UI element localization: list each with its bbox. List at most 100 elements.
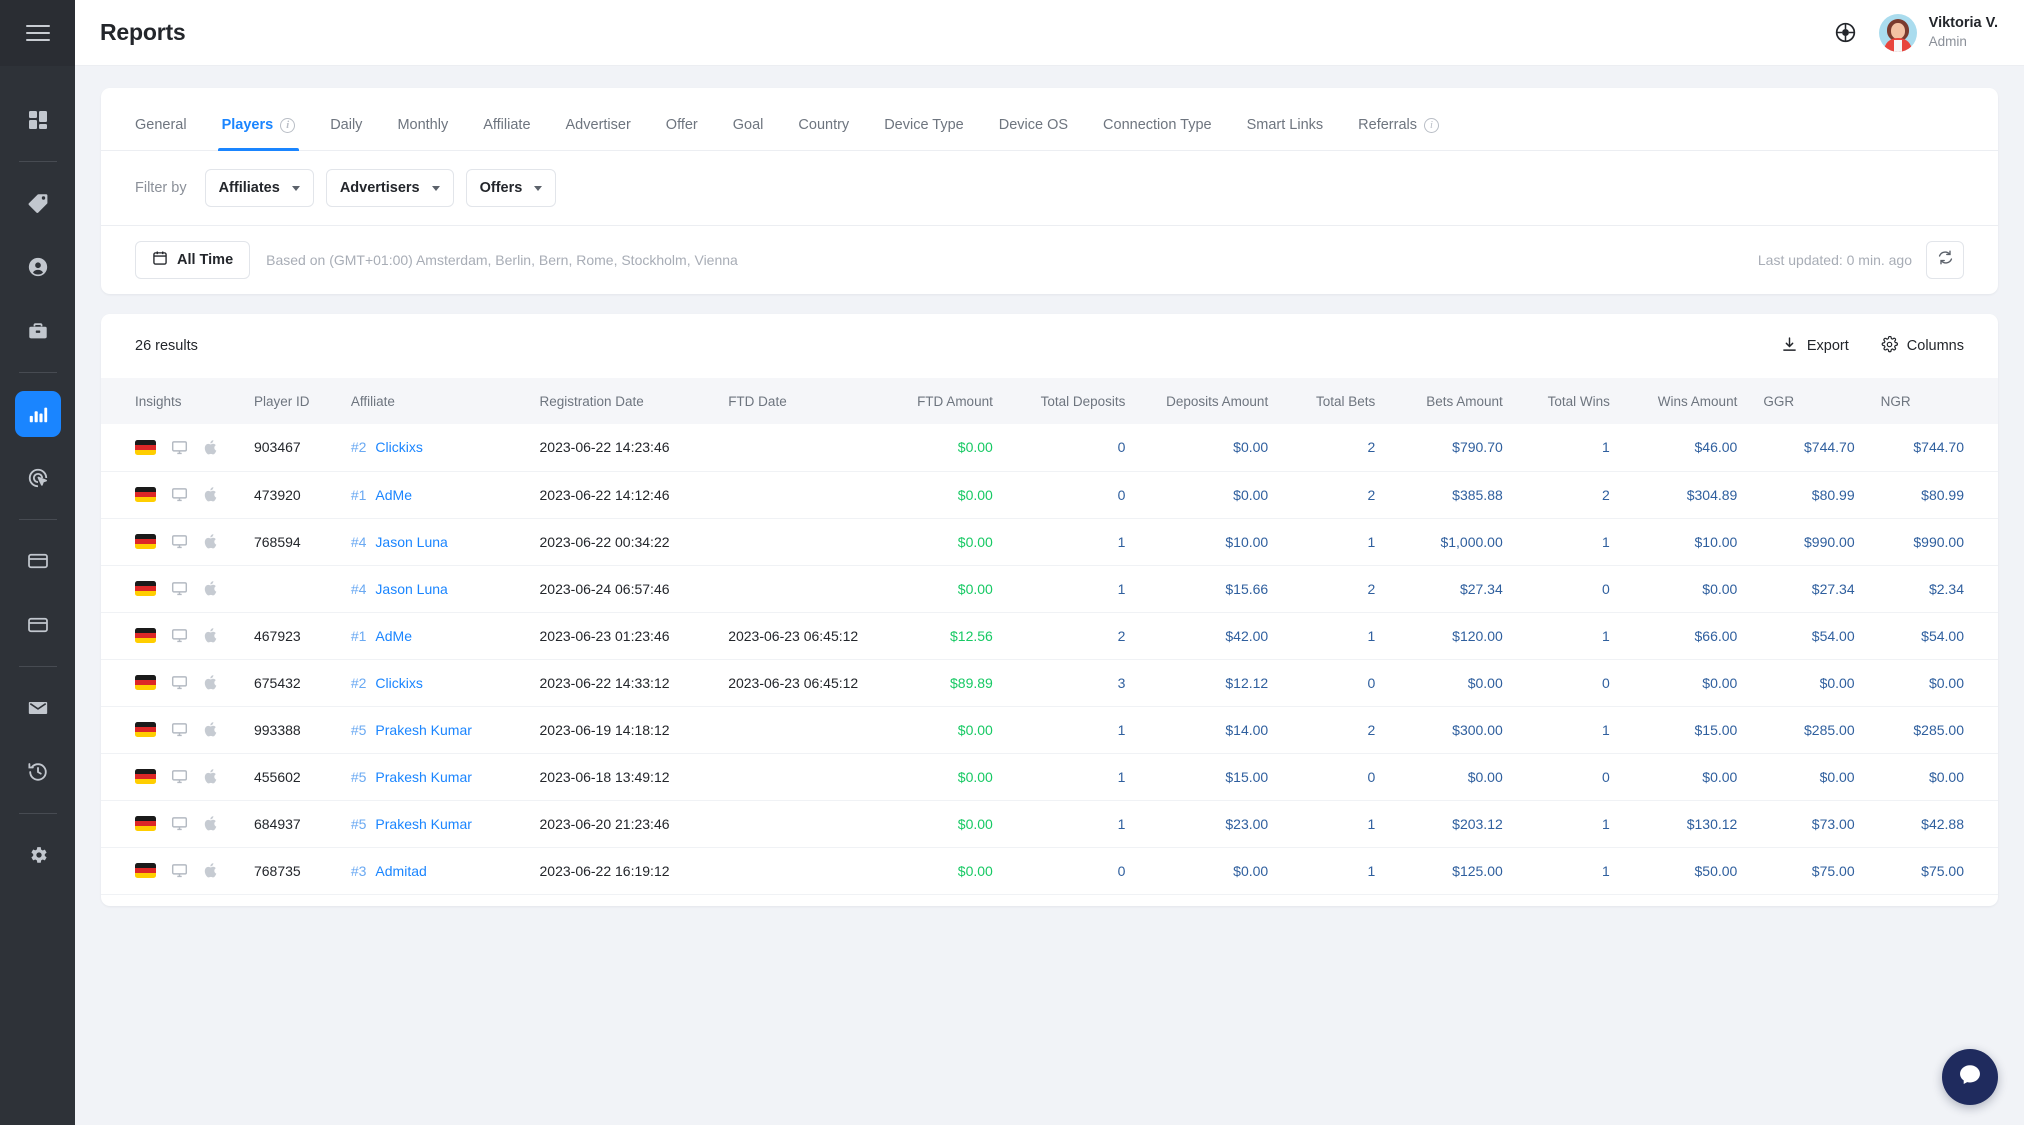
table-row[interactable]: 467923 #1 AdMe 2023-06-23 01:23:46 2023-06-2… (101, 612, 1998, 660)
cell-bets-amount: $300.00 (1401, 706, 1529, 754)
cell-player-id[interactable]: 947268 (253, 894, 351, 906)
tab-affiliate[interactable]: Affiliate (483, 117, 530, 150)
col-bets-amount[interactable]: Bets Amount (1401, 378, 1529, 424)
col-player-id[interactable]: Player ID (253, 378, 351, 424)
table-row[interactable]: 684937 #5 Prakesh Kumar 2023-06-20 21:23:46… (101, 800, 1998, 848)
cell-player-id[interactable]: 473920 (253, 471, 351, 519)
table-row[interactable]: 993388 #5 Prakesh Kumar 2023-06-19 14:18:12… (101, 706, 1998, 754)
affiliate-link[interactable]: AdMe (375, 628, 412, 644)
tab-smart-links[interactable]: Smart Links (1247, 117, 1324, 150)
cell-player-id[interactable]: 903467 (253, 424, 351, 472)
affiliates-dropdown[interactable]: Affiliates (204, 169, 314, 207)
col-ftd-amount[interactable]: FTD Amount (911, 378, 1019, 424)
user-menu[interactable]: Viktoria V. Admin (1878, 13, 1998, 52)
table-row[interactable]: #4 Jason Luna 2023-06-24 06:57:46 $0.00 1 $15… (101, 565, 1998, 613)
col-ggr[interactable]: GGR (1763, 378, 1881, 424)
cell-insights[interactable] (101, 612, 254, 660)
sidebar-item-payments[interactable] (15, 538, 61, 584)
offers-dropdown[interactable]: Offers (465, 169, 557, 207)
cell-insights[interactable] (101, 847, 254, 895)
col-total-bets[interactable]: Total Bets (1294, 378, 1402, 424)
tab-referrals[interactable]: Referrals i (1358, 117, 1439, 150)
sidebar-item-settings[interactable] (15, 832, 61, 878)
tab-monthly[interactable]: Monthly (397, 117, 448, 150)
col-ngr[interactable]: NGR (1880, 378, 1998, 424)
affiliate-link[interactable]: Jason Luna (375, 581, 447, 597)
table-row[interactable]: 768594 #4 Jason Luna 2023-06-22 00:34:22 $0.… (101, 518, 1998, 566)
tab-device-type[interactable]: Device Type (884, 117, 964, 150)
tab-connection-type[interactable]: Connection Type (1103, 117, 1212, 150)
cell-player-id[interactable]: 768735 (253, 847, 351, 895)
cell-insights[interactable] (101, 894, 254, 906)
sidebar-item-messages[interactable] (15, 685, 61, 731)
table-scroll-area[interactable]: Insights Player ID Affiliate Registratio… (101, 378, 1998, 906)
menu-toggle-button[interactable] (0, 0, 75, 66)
sidebar-item-dashboard[interactable] (15, 97, 61, 143)
sidebar-item-billing[interactable] (15, 602, 61, 648)
tab-advertiser[interactable]: Advertiser (566, 117, 631, 150)
date-range-bar: All Time Based on (GMT+01:00) Amsterdam,… (101, 226, 1998, 294)
tab-offer[interactable]: Offer (666, 117, 698, 150)
columns-button[interactable]: Columns (1881, 335, 1964, 357)
cell-insights[interactable] (101, 565, 254, 613)
table-row[interactable]: 903467 #2 Clickixs 2023-06-22 14:23:46 $0.00… (101, 424, 1998, 472)
tab-players[interactable]: Players i (217, 117, 299, 151)
col-deposits-amount[interactable]: Deposits Amount (1151, 378, 1295, 424)
sidebar-item-advertisers[interactable] (15, 308, 61, 354)
tab-device-os[interactable]: Device OS (999, 117, 1068, 150)
tab-goal[interactable]: Goal (733, 117, 764, 150)
cell-insights[interactable] (101, 424, 254, 472)
cell-player-id[interactable]: 684937 (253, 800, 351, 848)
affiliate-link[interactable]: Prakesh Kumar (375, 816, 471, 832)
cell-insights[interactable] (101, 471, 254, 519)
cell-player-id[interactable]: 455602 (253, 753, 351, 801)
export-button[interactable]: Export (1781, 336, 1849, 357)
cell-insights[interactable] (101, 706, 254, 754)
affiliate-link[interactable]: Prakesh Kumar (375, 722, 471, 738)
affiliate-link[interactable]: Prakesh Kumar (375, 769, 471, 785)
lifebuoy-icon[interactable] (1834, 21, 1857, 44)
col-total-wins[interactable]: Total Wins (1528, 378, 1636, 424)
cell-registration-date: 2023-06-19 14:18:12 (539, 706, 729, 754)
col-insights[interactable]: Insights (101, 378, 254, 424)
table-row[interactable]: 768735 #3 Admitad 2023-06-22 16:19:12 $0.00 0… (101, 847, 1998, 895)
table-row[interactable]: 455602 #5 Prakesh Kumar 2023-06-18 13:49:12… (101, 753, 1998, 801)
affiliate-link[interactable]: Jason Luna (375, 534, 447, 550)
col-affiliate[interactable]: Affiliate (350, 378, 540, 424)
table-row[interactable]: 947268#5Prakesh Kumar2023-06-18 05:12:46… (101, 894, 1998, 906)
cell-insights[interactable] (101, 518, 254, 566)
chat-bubble-button[interactable] (1942, 1049, 1998, 1105)
info-icon[interactable]: i (1423, 117, 1439, 133)
sidebar-item-reports[interactable] (14, 391, 61, 437)
advertisers-dropdown[interactable]: Advertisers (325, 169, 454, 207)
col-total-deposits[interactable]: Total Deposits (1018, 378, 1152, 424)
cell-player-id[interactable]: 768594 (253, 518, 351, 566)
sidebar-item-clicks[interactable] (15, 455, 61, 501)
affiliate-link[interactable]: Clickixs (375, 675, 422, 691)
tab-general[interactable]: General (135, 117, 187, 150)
refresh-button[interactable] (1926, 241, 1964, 279)
cell-player-id[interactable]: 993388 (253, 706, 351, 754)
cell-insights[interactable] (101, 800, 254, 848)
date-range-button[interactable]: All Time (135, 241, 251, 279)
sidebar-item-affiliates[interactable] (15, 244, 61, 290)
cell-player-id[interactable]: 467923 (253, 612, 351, 660)
sidebar-item-offers[interactable] (15, 180, 61, 226)
cell-ftd-date (728, 847, 912, 895)
tab-country[interactable]: Country (798, 117, 849, 150)
info-icon[interactable]: i (280, 117, 296, 133)
col-wins-amount[interactable]: Wins Amount (1635, 378, 1764, 424)
tab-daily[interactable]: Daily (330, 117, 362, 150)
col-ftd-date[interactable]: FTD Date (728, 378, 912, 424)
col-registration-date[interactable]: Registration Date (539, 378, 729, 424)
cell-insights[interactable] (101, 753, 254, 801)
affiliate-link[interactable]: AdMe (375, 487, 412, 503)
sidebar-item-activity-log[interactable] (15, 749, 61, 795)
affiliate-link[interactable]: Clickixs (375, 439, 422, 455)
affiliate-link[interactable]: Admitad (375, 863, 426, 879)
cell-player-id[interactable]: 675432 (253, 659, 351, 707)
table-row[interactable]: 473920 #1 AdMe 2023-06-22 14:12:46 $0.00 0 $0.… (101, 471, 1998, 519)
table-row[interactable]: 675432 #2 Clickixs 2023-06-22 14:33:12 2023-… (101, 659, 1998, 707)
cell-insights[interactable] (101, 659, 254, 707)
cell-player-id[interactable] (253, 565, 351, 613)
